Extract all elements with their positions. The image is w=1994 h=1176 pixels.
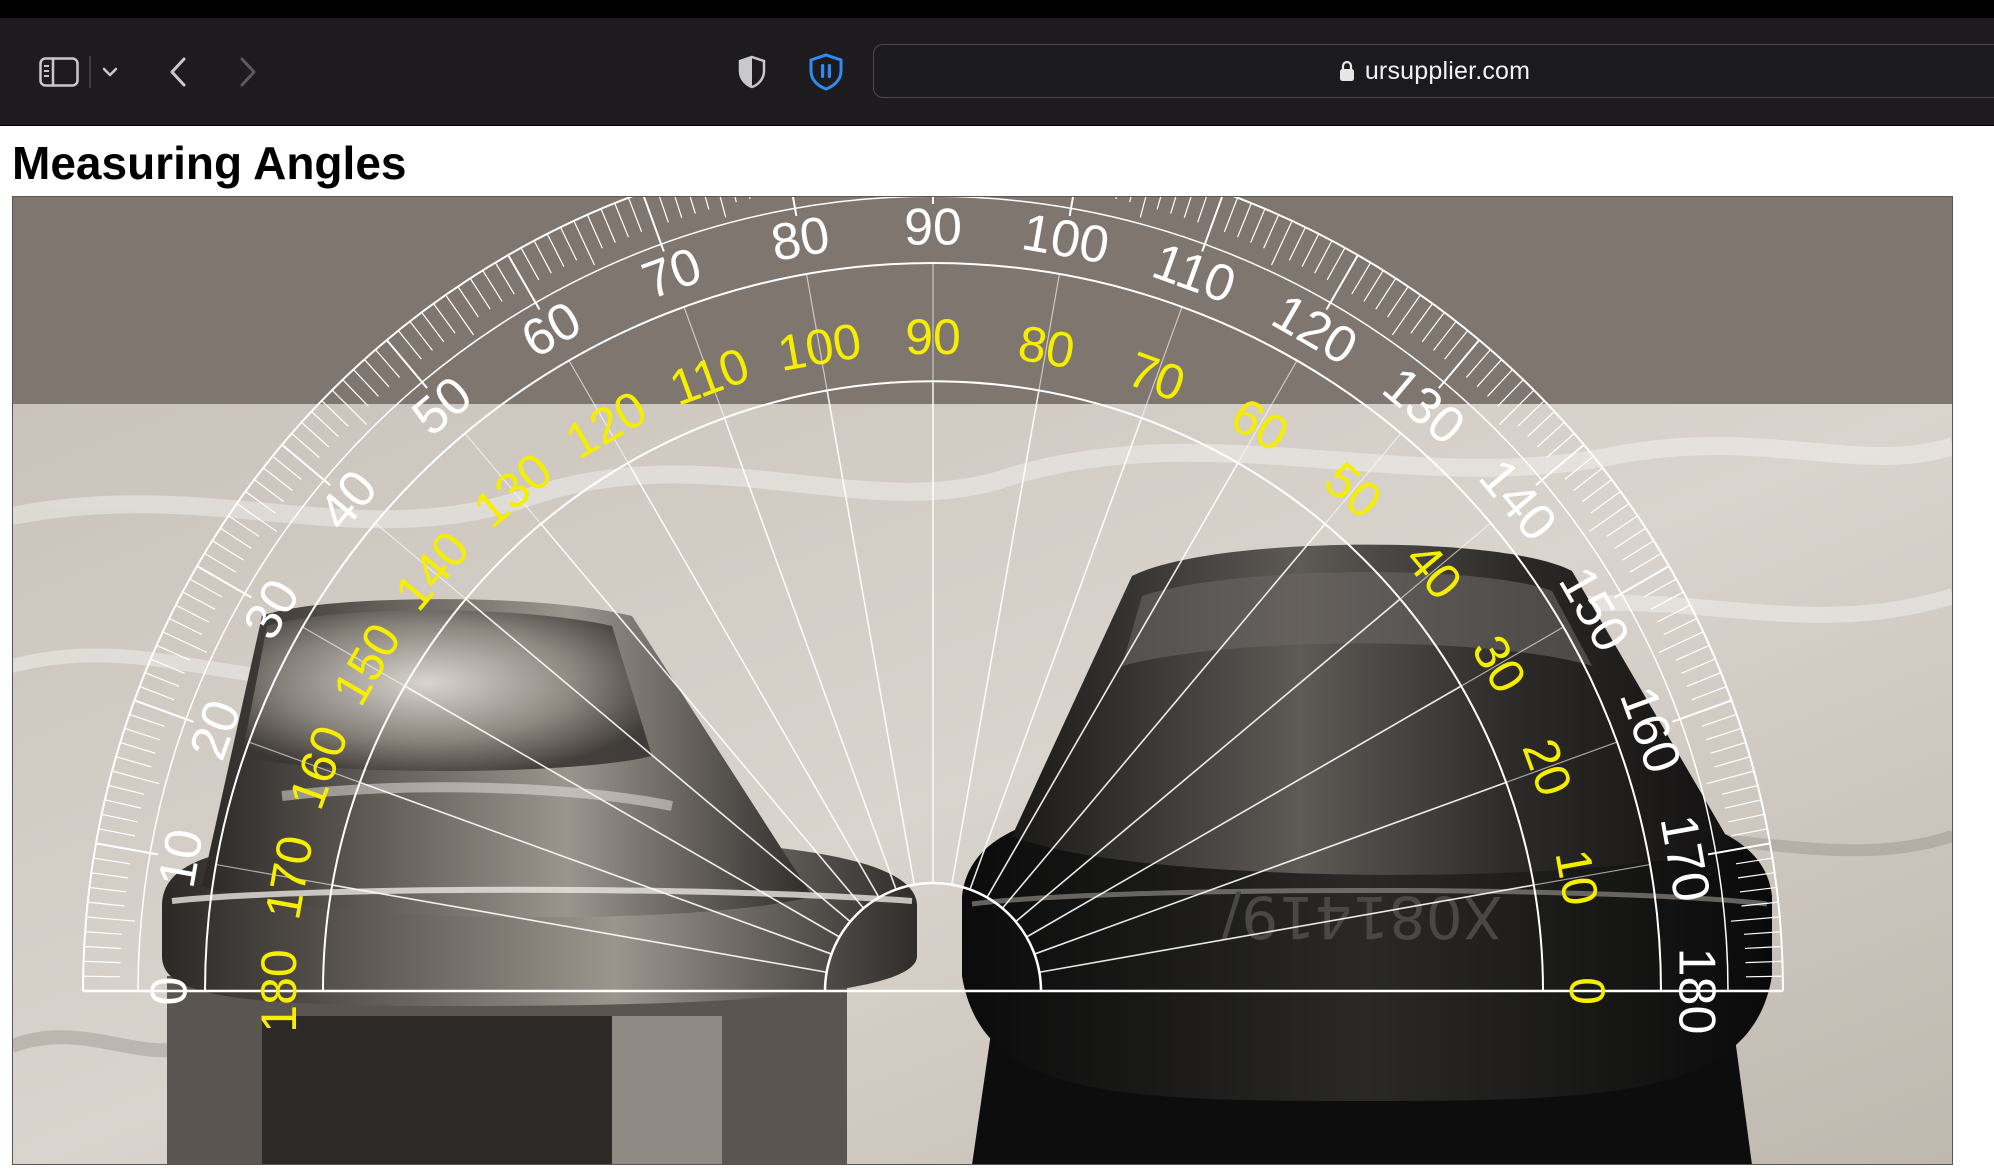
degree-tick [1745, 975, 1783, 978]
toolbar-divider [88, 18, 92, 125]
chevron-left-icon[interactable] [160, 18, 196, 125]
inner-label: 180 [251, 949, 307, 1032]
inner-label: 10 [1544, 845, 1609, 910]
outer-label: 180 [1667, 948, 1725, 1035]
page-title: Measuring Angles [12, 137, 407, 189]
protractor-photo-canvas: X081419/ 0 10 20 30 40 50 60 70 80 90 10… [12, 196, 1953, 1165]
outer-label: 90 [904, 199, 962, 257]
sidebar-icon[interactable] [34, 18, 84, 125]
outer-label: 80 [767, 206, 834, 273]
inner-label: 0 [1559, 977, 1615, 1005]
lock-icon [1339, 60, 1355, 82]
browser-toolbar: ursupplier.com [0, 18, 1994, 126]
protractor-photo: X081419/ 0 10 20 30 40 50 60 70 80 90 10… [12, 196, 1953, 1165]
lug-nut-marking: X081419/ [1221, 883, 1502, 951]
outer-label: 10 [148, 825, 215, 892]
shield-icon[interactable] [732, 18, 772, 125]
address-bar[interactable]: ursupplier.com [873, 44, 1994, 98]
url-text: ursupplier.com [1364, 56, 1531, 85]
inner-label: 80 [1014, 315, 1079, 380]
protractor-band [12, 196, 1953, 404]
inner-label: 90 [905, 309, 961, 365]
password-manager-shield-icon[interactable] [806, 18, 846, 125]
outer-label: 0 [141, 977, 199, 1006]
chevron-down-icon[interactable] [98, 18, 122, 125]
window-top-strip [0, 0, 1994, 18]
page-content: Measuring Angles X081419/ 0 10 20 30 40 … [0, 126, 1994, 1176]
chevron-right-icon[interactable] [230, 18, 266, 125]
degree-tick [83, 975, 121, 978]
